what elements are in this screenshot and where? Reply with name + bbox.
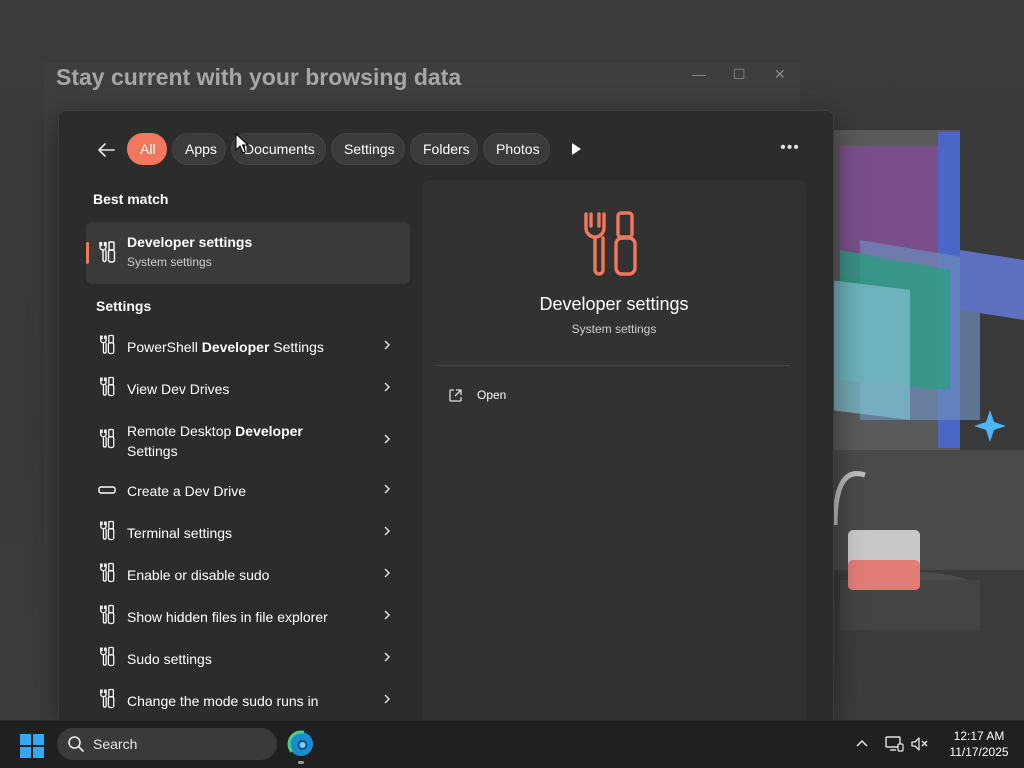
chevron-right-icon [382, 482, 392, 500]
back-button[interactable] [92, 136, 120, 164]
best-match-subtitle: System settings [127, 255, 212, 269]
developer-tools-icon [98, 562, 116, 588]
best-match-heading: Best match [93, 191, 169, 207]
display-icon[interactable] [884, 735, 904, 753]
volume-muted-icon[interactable] [910, 735, 930, 753]
background-illustration [830, 130, 1024, 630]
preview-subtitle: System settings [571, 322, 657, 336]
chevron-right-icon [382, 380, 392, 398]
chevron-right-icon [382, 650, 392, 668]
result-label: Show hidden files in file explorer [127, 609, 328, 625]
developer-tools-icon [98, 604, 116, 630]
search-icon [68, 736, 84, 752]
background-close-button[interactable]: ✕ [774, 66, 786, 83]
open-action[interactable]: Open [444, 384, 564, 408]
developer-tools-icon [98, 334, 116, 360]
open-label: Open [477, 388, 507, 402]
tray-chevron-icon[interactable] [854, 736, 870, 752]
background-minimize-button[interactable]: — [692, 66, 706, 82]
filter-apps[interactable]: Apps [172, 133, 226, 165]
filter-settings[interactable]: Settings [331, 133, 405, 165]
filter-all[interactable]: All [127, 133, 167, 165]
result-show-hidden-files[interactable]: Show hidden files in file explorer [86, 597, 410, 637]
taskbar-search-box[interactable]: Search [57, 728, 277, 760]
result-create-dev-drive[interactable]: Create a Dev Drive [86, 471, 410, 511]
more-options-button[interactable]: ••• [776, 140, 804, 160]
developer-tools-icon [98, 376, 116, 402]
more-filters-play-icon[interactable] [566, 139, 586, 159]
developer-tools-icon [97, 241, 117, 268]
best-match-title: Developer settings [127, 234, 253, 250]
mouse-cursor-icon [235, 133, 249, 154]
selection-accent [86, 242, 89, 264]
result-change-sudo-mode[interactable]: Change the mode sudo runs in [86, 681, 410, 721]
chevron-right-icon [382, 566, 392, 584]
filter-photos[interactable]: Photos [483, 133, 550, 165]
clock-time[interactable]: 12:17 AM [940, 729, 1018, 743]
clock-date[interactable]: 11/17/2025 [940, 745, 1018, 759]
developer-tools-icon [584, 211, 637, 276]
running-app-indicator [298, 761, 304, 764]
result-sudo-settings[interactable]: Sudo settings [86, 639, 410, 679]
result-view-dev-drives[interactable]: View Dev Drives [86, 369, 410, 409]
result-powershell-developer-settings[interactable]: PowerShell Developer Settings [86, 327, 410, 367]
result-enable-disable-sudo[interactable]: Enable or disable sudo [86, 555, 410, 595]
chevron-right-icon [382, 338, 392, 356]
result-remote-desktop-developer-settings[interactable]: Remote Desktop Developer Settings [86, 412, 410, 470]
start-icon[interactable] [19, 733, 45, 759]
developer-tools-icon [98, 646, 116, 672]
preview-title: Developer settings [539, 294, 689, 314]
filter-folders[interactable]: Folders [410, 133, 478, 165]
developer-tools-icon [98, 428, 116, 454]
result-label: Change the mode sudo runs in [127, 693, 319, 709]
result-label: Sudo settings [127, 651, 212, 667]
edge-icon[interactable] [287, 730, 315, 758]
result-label: Enable or disable sudo [127, 567, 270, 583]
divider [436, 365, 790, 366]
result-label: View Dev Drives [127, 381, 230, 397]
settings-heading: Settings [96, 298, 152, 314]
result-label: Remote Desktop Developer Settings [127, 423, 303, 459]
chevron-right-icon [382, 524, 392, 542]
result-label: PowerShell Developer Settings [127, 339, 324, 355]
chevron-right-icon [382, 432, 392, 450]
developer-tools-icon [98, 520, 116, 546]
result-terminal-settings[interactable]: Terminal settings [86, 513, 410, 553]
background-window-title: Stay current with your browsing data [56, 64, 462, 90]
result-label: Create a Dev Drive [127, 483, 247, 499]
drive-icon [98, 482, 116, 500]
chevron-right-icon [382, 608, 392, 626]
result-label: Terminal settings [127, 525, 233, 541]
background-maximize-button[interactable]: ☐ [733, 66, 746, 83]
chevron-right-icon [382, 692, 392, 710]
search-placeholder: Search [93, 736, 138, 752]
best-match-result[interactable]: Developer settings System settings [86, 222, 410, 284]
developer-tools-icon [98, 688, 116, 714]
back-arrow-icon [98, 143, 115, 157]
open-external-icon [449, 389, 462, 402]
